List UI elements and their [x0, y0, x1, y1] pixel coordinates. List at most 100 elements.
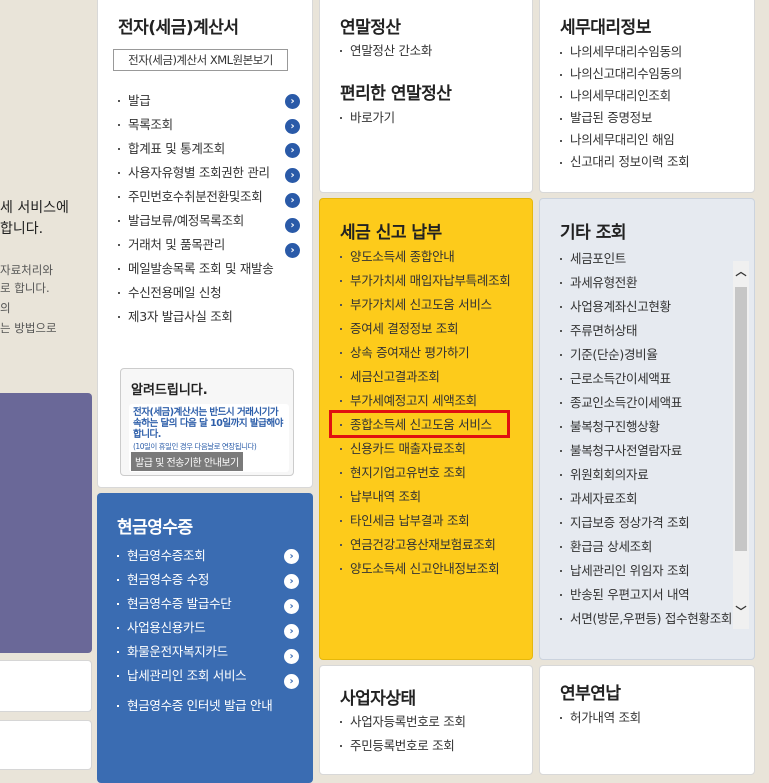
- tax-agent-links: 나의세무대리수임동의 나의신고대리수임동의 나의세무대리인조회 발급된 증명정보…: [560, 41, 690, 173]
- notice-box: 알려드립니다. 전자(세금)계산서는 반드시 거래시기가 속하는 달의 다음 달…: [120, 368, 294, 476]
- left-text-line: 자료처리와: [0, 263, 53, 277]
- deadline-guide-button[interactable]: 발급 및 전송기한 안내보기: [131, 452, 243, 471]
- chevron-right-icon[interactable]: ›: [285, 119, 300, 134]
- chevron-right-icon[interactable]: ›: [285, 143, 300, 158]
- chevron-right-icon[interactable]: ›: [285, 168, 300, 183]
- cash-receipt-link[interactable]: 현금영수증 수정: [117, 568, 307, 592]
- tax-invoice-panel: 전자(세금)계산서 전자(세금)계산서 XML원본보기 발급 목록조회 합계표 …: [97, 0, 313, 488]
- installment-payment-links: 허가내역 조회: [560, 706, 641, 730]
- chevron-right-icon[interactable]: ›: [285, 218, 300, 233]
- tax-agent-link[interactable]: 신고대리 정보이력 조회: [560, 151, 690, 173]
- tax-invoice-link[interactable]: 거래처 및 품목관리: [118, 233, 308, 257]
- other-inquiry-link[interactable]: 지급보증 정상가격 조회: [560, 511, 732, 535]
- cash-receipt-link[interactable]: 사업용신용카드: [117, 616, 307, 640]
- other-inquiry-link[interactable]: 서면(방문,우편등) 접수현황조회: [560, 607, 732, 631]
- scroll-down-icon[interactable]: ﹀: [734, 605, 748, 619]
- left-text-line: 로 합니다.: [0, 281, 50, 295]
- tax-filing-title: 세금 신고 납부: [340, 223, 442, 243]
- chevron-right-icon[interactable]: ›: [285, 94, 300, 109]
- tax-filing-link[interactable]: 연금건강고용산재보험료조회: [340, 533, 530, 557]
- tax-agent-link[interactable]: 발급된 증명정보: [560, 107, 689, 129]
- tax-agent-link[interactable]: 나의세무대리인조회: [560, 85, 689, 107]
- tax-invoice-link[interactable]: 메일발송목록 조회 및 재발송: [118, 257, 308, 281]
- notice-body-box: 전자(세금)계산서는 반드시 거래시기가 속하는 달의 다음 달 10일까지 발…: [129, 404, 289, 472]
- cash-receipt-link[interactable]: 화물운전자복지카드: [117, 640, 307, 664]
- other-inquiry-link[interactable]: 납세관리인 위임자 조회: [560, 559, 732, 583]
- other-inquiry-panel: 기타 조회 세금포인트 과세유형전환 사업용계좌신고현황 주류면허상태 기준(단…: [539, 198, 755, 660]
- cash-receipt-link[interactable]: 현금영수증 발급수단: [117, 592, 307, 616]
- business-status-links: 사업자등록번호로 조회 주민등록번호로 조회: [340, 710, 466, 758]
- cash-receipt-link[interactable]: 현금영수증 인터넷 발급 안내: [117, 694, 307, 718]
- other-inquiry-link[interactable]: 사업용계좌신고현황: [560, 295, 732, 319]
- tax-filing-link[interactable]: 납부내역 조회: [340, 485, 530, 509]
- highlight-box: [329, 410, 510, 438]
- other-inquiry-link[interactable]: 환급금 상세조회: [560, 535, 732, 559]
- tax-filing-panel: 세금 신고 납부 양도소득세 종합안내 부가가치세 매입자납부특례조회 부가가치…: [319, 198, 533, 660]
- chevron-right-icon[interactable]: ›: [285, 193, 300, 208]
- scrollbar[interactable]: ︿ ﹀: [733, 261, 749, 629]
- chevron-right-icon[interactable]: ›: [284, 624, 299, 639]
- other-inquiry-link[interactable]: 위원회회의자료: [560, 463, 732, 487]
- other-inquiry-scroll-area[interactable]: 세금포인트 과세유형전환 사업용계좌신고현황 주류면허상태 기준(단순)경비율 …: [558, 247, 748, 631]
- left-purple-panel: [0, 393, 92, 653]
- cash-receipt-title: 현금영수증: [117, 518, 193, 538]
- other-inquiry-link[interactable]: 근로소득간이세액표: [560, 367, 732, 391]
- business-status-link[interactable]: 주민등록번호로 조회: [340, 734, 466, 758]
- tax-filing-link[interactable]: 현지기업고유번호 조회: [340, 461, 530, 485]
- left-partial-column: 세 서비스에 합니다. 자료처리와 로 합니다. 의 는 방법으로: [0, 0, 92, 770]
- chevron-right-icon[interactable]: ›: [284, 599, 299, 614]
- other-inquiry-link[interactable]: 세금포인트: [560, 247, 732, 271]
- chevron-right-icon[interactable]: ›: [284, 674, 299, 689]
- other-inquiry-link[interactable]: 반송된 우편고지서 내역: [560, 583, 732, 607]
- chevron-right-icon[interactable]: ›: [284, 649, 299, 664]
- other-inquiry-link[interactable]: 과세자료조회: [560, 487, 732, 511]
- other-inquiry-link[interactable]: 주류면허상태: [560, 319, 732, 343]
- left-text-line: 의: [0, 301, 11, 315]
- shortcut-link[interactable]: 바로가기: [340, 106, 395, 130]
- other-inquiry-link[interactable]: 기준(단순)경비율: [560, 343, 732, 367]
- left-text-line: 는 방법으로: [0, 321, 57, 335]
- other-inquiry-title: 기타 조회: [560, 223, 626, 243]
- tax-invoice-link[interactable]: 발급: [118, 89, 308, 113]
- tax-invoice-link[interactable]: 목록조회: [118, 113, 308, 137]
- tax-filing-link[interactable]: 양도소득세 종합안내: [340, 245, 530, 269]
- tax-invoice-link[interactable]: 제3자 발급사실 조회: [118, 305, 308, 329]
- tax-filing-link[interactable]: 부가가치세 신고도움 서비스: [340, 293, 530, 317]
- other-inquiry-link[interactable]: 종교인소득간이세액표: [560, 391, 732, 415]
- tax-invoice-link[interactable]: 수신전용메일 신청: [118, 281, 308, 305]
- year-end-link[interactable]: 연말정산 간소화: [340, 39, 432, 63]
- other-inquiry-link[interactable]: 불복청구진행상황: [560, 415, 732, 439]
- scrollbar-thumb[interactable]: [735, 287, 747, 551]
- cash-receipt-link[interactable]: 납세관리인 조회 서비스: [117, 664, 307, 688]
- chevron-right-icon[interactable]: ›: [285, 243, 300, 258]
- tax-filing-link[interactable]: 신용카드 매출자료조회: [340, 437, 530, 461]
- scroll-up-icon[interactable]: ︿: [734, 265, 748, 279]
- tax-invoice-link[interactable]: 사용자유형별 조회권한 관리: [118, 161, 308, 185]
- business-status-panel: 사업자상태 사업자등록번호로 조회 주민등록번호로 조회: [319, 665, 533, 775]
- other-inquiry-link[interactable]: 과세유형전환: [560, 271, 732, 295]
- tax-filing-link[interactable]: 세금신고결과조회: [340, 365, 530, 389]
- other-inquiry-link[interactable]: 불복청구사전열람자료: [560, 439, 732, 463]
- tax-agent-link[interactable]: 나의세무대리인 해임: [560, 129, 689, 151]
- chevron-right-icon[interactable]: ›: [284, 549, 299, 564]
- tax-agent-panel: 세무대리정보 나의세무대리수임동의 나의신고대리수임동의 나의세무대리인조회 발…: [539, 0, 755, 193]
- tax-invoice-links: 발급 목록조회 합계표 및 통계조회 사용자유형별 조회권한 관리 주민번호수취…: [118, 89, 308, 329]
- cash-receipt-panel: 현금영수증 현금영수증조회 현금영수증 수정 현금영수증 발급수단 사업용신용카…: [97, 493, 313, 783]
- tax-filing-link[interactable]: 증여세 결정정보 조회: [340, 317, 530, 341]
- tax-agent-link[interactable]: 나의신고대리수임동의: [560, 63, 689, 85]
- business-status-link[interactable]: 사업자등록번호로 조회: [340, 710, 466, 734]
- easy-year-end-title: 편리한 연말정산: [340, 84, 452, 104]
- tax-invoice-link[interactable]: 주민번호수취분전환및조회: [118, 185, 308, 209]
- tax-filing-link[interactable]: 상속 증여재산 평가하기: [340, 341, 530, 365]
- xml-original-view-button[interactable]: 전자(세금)계산서 XML원본보기: [113, 49, 288, 71]
- tax-filing-link[interactable]: 양도소득세 신고안내정보조회: [340, 557, 530, 581]
- left-text-line: 세 서비스에: [0, 200, 69, 216]
- tax-filing-link[interactable]: 타인세금 납부결과 조회: [340, 509, 530, 533]
- cash-receipt-link[interactable]: 현금영수증조회: [117, 544, 307, 568]
- tax-invoice-link[interactable]: 발급보류/예정목록조회: [118, 209, 308, 233]
- tax-invoice-link[interactable]: 합계표 및 통계조회: [118, 137, 308, 161]
- tax-filing-link[interactable]: 부가가치세 매입자납부특례조회: [340, 269, 530, 293]
- installment-payment-link[interactable]: 허가내역 조회: [560, 706, 641, 730]
- tax-agent-link[interactable]: 나의세무대리수임동의: [560, 41, 689, 63]
- chevron-right-icon[interactable]: ›: [284, 574, 299, 589]
